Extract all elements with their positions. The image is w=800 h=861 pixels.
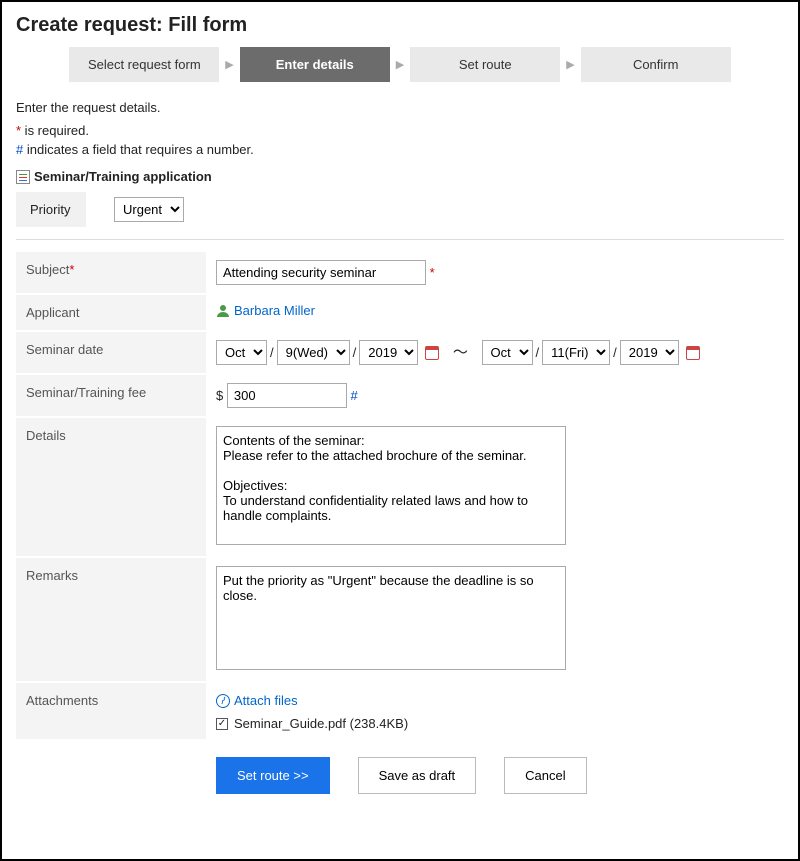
- subject-label: Subject*: [16, 252, 206, 294]
- calendar-icon[interactable]: [425, 346, 439, 360]
- from-month-select[interactable]: Oct: [216, 340, 267, 365]
- person-icon: [216, 304, 230, 318]
- remarks-textarea[interactable]: [216, 566, 566, 670]
- paperclip-icon: ⌇: [213, 691, 232, 710]
- date-range-separator: 〜: [453, 344, 468, 361]
- seminar-date-label: Seminar date: [16, 331, 206, 374]
- fee-input[interactable]: [227, 383, 347, 408]
- step-confirm[interactable]: Confirm: [581, 47, 731, 82]
- remarks-label: Remarks: [16, 557, 206, 682]
- details-label: Details: [16, 417, 206, 557]
- subject-input[interactable]: [216, 260, 426, 285]
- calendar-icon[interactable]: [686, 346, 700, 360]
- form-icon: [16, 170, 30, 184]
- fee-label: Seminar/Training fee: [16, 374, 206, 417]
- to-month-select[interactable]: Oct: [482, 340, 533, 365]
- step-enter-details[interactable]: Enter details: [240, 47, 390, 82]
- to-day-select[interactable]: 11(Fri): [542, 340, 610, 365]
- section-title: Seminar/Training application: [16, 169, 784, 184]
- attach-files-link[interactable]: ⌇ Attach files: [216, 693, 298, 708]
- currency-symbol: $: [216, 388, 223, 403]
- attachments-label: Attachments: [16, 682, 206, 740]
- priority-label: Priority: [16, 192, 86, 227]
- chevron-right-icon: ▶: [396, 58, 404, 71]
- to-year-select[interactable]: 2019: [620, 340, 679, 365]
- set-route-button[interactable]: Set route >>: [216, 757, 330, 794]
- from-year-select[interactable]: 2019: [359, 340, 418, 365]
- applicant-label: Applicant: [16, 294, 206, 331]
- intro-text: Enter the request details.: [16, 100, 784, 115]
- divider: [16, 239, 784, 240]
- attachment-checkbox[interactable]: ✓: [216, 718, 228, 730]
- step-set-route[interactable]: Set route: [410, 47, 560, 82]
- page-title: Create request: Fill form: [16, 14, 784, 37]
- save-draft-button[interactable]: Save as draft: [358, 757, 477, 794]
- step-select-form[interactable]: Select request form: [69, 47, 219, 82]
- priority-select[interactable]: Urgent: [114, 197, 184, 222]
- cancel-button[interactable]: Cancel: [504, 757, 586, 794]
- stepper: Select request form ▶ Enter details ▶ Se…: [16, 47, 784, 82]
- number-note: # indicates a field that requires a numb…: [16, 142, 784, 157]
- number-mark: #: [350, 388, 357, 403]
- attachment-filename: Seminar_Guide.pdf (238.4KB): [234, 716, 408, 731]
- required-mark: *: [430, 265, 435, 280]
- chevron-right-icon: ▶: [566, 58, 574, 71]
- required-note: * is required.: [16, 123, 784, 138]
- details-textarea[interactable]: [216, 426, 566, 545]
- applicant-link[interactable]: Barbara Miller: [216, 303, 315, 318]
- from-day-select[interactable]: 9(Wed): [277, 340, 350, 365]
- chevron-right-icon: ▶: [225, 58, 233, 71]
